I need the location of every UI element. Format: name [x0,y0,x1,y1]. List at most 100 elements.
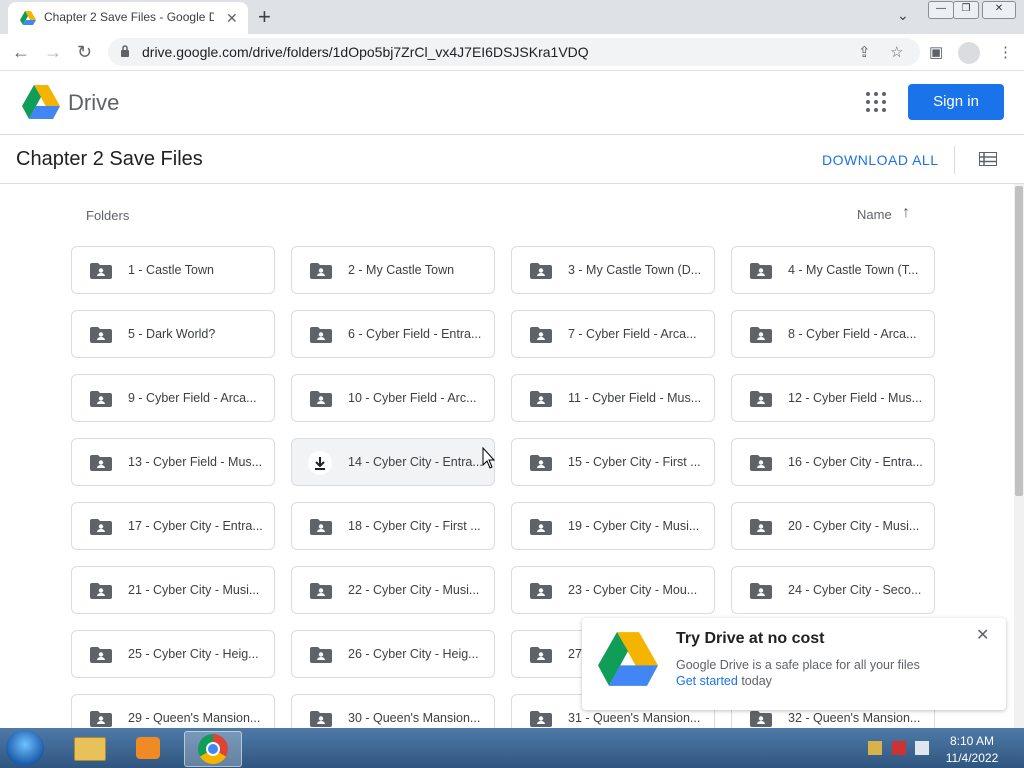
folder-tile[interactable]: 14 - Cyber City - Entra... [291,438,495,486]
folder-name: 3 - My Castle Town (D... [568,263,702,277]
scrollbar-thumb[interactable] [1015,186,1023,496]
tab-close-icon[interactable]: ✕ [226,10,238,27]
folder-name: 10 - Cyber Field - Arc... [348,391,477,405]
folder-name: 9 - Cyber Field - Arca... [128,391,257,405]
download-icon[interactable] [308,451,332,475]
folder-tile[interactable]: 2 - My Castle Town [291,246,495,294]
folder-tile[interactable]: 11 - Cyber Field - Mus... [511,374,715,422]
mouse-cursor-icon [482,447,496,469]
folder-name: 13 - Cyber Field - Mus... [128,455,263,469]
restore-button[interactable]: ❐ [953,1,979,19]
promo-close-icon[interactable]: ✕ [976,625,989,645]
shared-folder-icon [310,711,332,727]
profile-avatar-icon[interactable] [958,42,980,64]
shared-folder-icon [90,711,112,727]
tray-flag-icon[interactable] [892,741,906,755]
folder-name: 17 - Cyber City - Entra... [128,519,263,533]
drive-logo-icon[interactable] [22,85,60,119]
list-view-icon[interactable] [979,152,997,166]
shared-folder-icon [750,519,772,535]
side-panel-icon[interactable]: ▣ [929,43,943,61]
shared-folder-icon [750,583,772,599]
folder-tile[interactable]: 13 - Cyber Field - Mus... [71,438,275,486]
sign-in-button[interactable]: Sign in [908,84,1004,120]
shared-folder-icon [90,391,112,407]
minimize-button[interactable]: — [928,1,954,19]
folder-name: 24 - Cyber City - Seco... [788,583,922,597]
folder-tile[interactable]: 26 - Cyber City - Heig... [291,630,495,678]
get-started-link[interactable]: Get started [676,674,738,688]
url-text[interactable]: drive.google.com/drive/folders/1dOpo5bj7… [142,44,589,60]
folder-tile[interactable]: 23 - Cyber City - Mou... [511,566,715,614]
folder-tile[interactable]: 21 - Cyber City - Musi... [71,566,275,614]
browser-tab[interactable]: Chapter 2 Save Files - Google Dr ✕ [8,2,248,34]
promo-text: Google Drive is a safe place for all you… [676,658,920,672]
shared-folder-icon [90,327,112,343]
folder-name: 5 - Dark World? [128,327,216,341]
reload-icon[interactable]: ↻ [77,42,92,63]
folder-tile[interactable]: 15 - Cyber City - First ... [511,438,715,486]
shared-folder-icon [750,263,772,279]
folder-tile[interactable]: 22 - Cyber City - Musi... [291,566,495,614]
google-apps-icon[interactable] [866,92,886,112]
sort-direction-arrow-icon[interactable]: ↑ [902,204,910,222]
folder-tile[interactable]: 25 - Cyber City - Heig... [71,630,275,678]
shared-folder-icon [750,711,772,727]
chrome-taskbar-icon[interactable] [184,731,242,767]
start-button[interactable] [6,730,44,766]
new-tab-button[interactable]: + [258,4,271,30]
folder-name: 31 - Queen's Mansion... [568,711,701,725]
promo-cta-line: Get started today [676,674,772,688]
folder-name: 22 - Cyber City - Musi... [348,583,480,597]
folder-tile[interactable]: 10 - Cyber Field - Arc... [291,374,495,422]
folder-tile[interactable]: 16 - Cyber City - Entra... [731,438,935,486]
bookmark-star-icon[interactable]: ☆ [890,43,903,61]
folder-tile[interactable]: 24 - Cyber City - Seco... [731,566,935,614]
file-explorer-taskbar-icon[interactable] [62,731,118,765]
sort-by-name-button[interactable]: Name [857,207,892,222]
shared-folder-icon [530,583,552,599]
drive-logo-icon [598,632,658,686]
folder-tile[interactable]: 3 - My Castle Town (D... [511,246,715,294]
shared-folder-icon [90,647,112,663]
shared-folder-icon [750,391,772,407]
folder-tile[interactable]: 1 - Castle Town [71,246,275,294]
folder-tile[interactable]: 20 - Cyber City - Musi... [731,502,935,550]
folder-tile[interactable]: 19 - Cyber City - Musi... [511,502,715,550]
tray-network-icon[interactable] [868,741,882,755]
media-player-taskbar-icon[interactable] [122,731,178,765]
folder-tile[interactable]: 18 - Cyber City - First ... [291,502,495,550]
tray-volume-icon[interactable] [915,741,929,755]
folder-tile[interactable]: 4 - My Castle Town (T... [731,246,935,294]
tab-search-chevron-icon[interactable]: ⌄ [897,7,909,24]
folder-tile[interactable]: 7 - Cyber Field - Arca... [511,310,715,358]
folder-tile[interactable]: 12 - Cyber Field - Mus... [731,374,935,422]
folder-name: 14 - Cyber City - Entra... [348,455,483,469]
download-all-button[interactable]: DOWNLOAD ALL [822,152,938,168]
clock-time[interactable]: 8:10 AM [944,734,1000,748]
window-close-button[interactable]: ✕ [982,1,1016,19]
folder-name: 18 - Cyber City - First ... [348,519,481,533]
clock-date[interactable]: 11/4/2022 [944,751,1000,765]
folder-tile[interactable]: 8 - Cyber Field - Arca... [731,310,935,358]
folder-name: 1 - Castle Town [128,263,214,277]
folder-name: 16 - Cyber City - Entra... [788,455,923,469]
shared-folder-icon [530,327,552,343]
share-icon[interactable]: ⇪ [858,43,871,61]
folder-name: 4 - My Castle Town (T... [788,263,919,277]
drive-logo-text[interactable]: Drive [68,90,119,116]
folder-name: 7 - Cyber Field - Arca... [568,327,697,341]
browser-menu-icon[interactable]: ⋮ [998,43,1013,61]
shared-folder-icon [530,519,552,535]
folder-tile[interactable]: 17 - Cyber City - Entra... [71,502,275,550]
divider [954,146,955,174]
forward-arrow-icon[interactable]: → [44,42,62,63]
folder-tile[interactable]: 5 - Dark World? [71,310,275,358]
folder-tile[interactable]: 9 - Cyber Field - Arca... [71,374,275,422]
folder-name: 21 - Cyber City - Musi... [128,583,260,597]
folder-tile[interactable]: 6 - Cyber Field - Entra... [291,310,495,358]
lock-icon[interactable] [120,45,130,57]
back-arrow-icon[interactable]: ← [12,42,30,63]
folder-name: 11 - Cyber Field - Mus... [568,391,702,405]
folders-section-label: Folders [86,208,130,223]
